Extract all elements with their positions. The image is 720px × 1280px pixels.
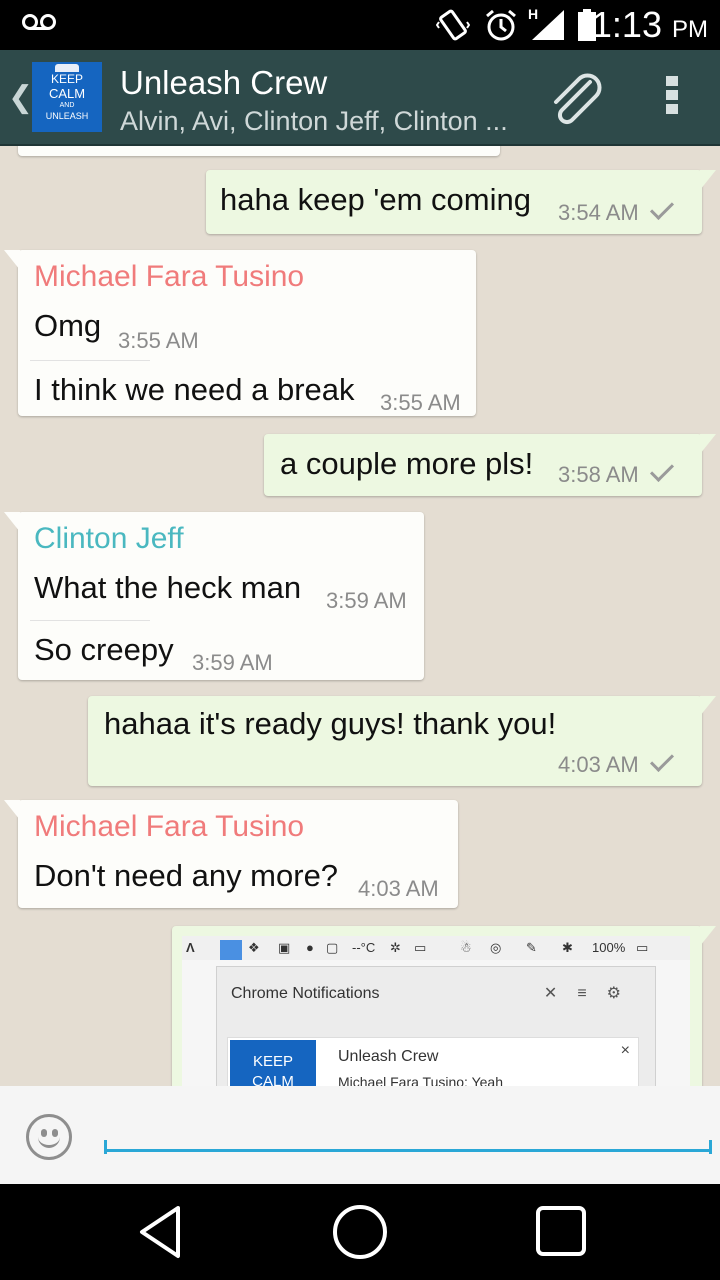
avatar-text-line: KEEP	[252, 1053, 294, 1070]
sent-check-icon	[649, 457, 674, 483]
notification-card: KEEP CALM Unleash Crew Michael Fara Tusi…	[227, 1037, 639, 1086]
avatar-text-line: CALM	[48, 86, 86, 101]
message-time: 3:59 AM	[326, 588, 407, 613]
nav-recent-apps-icon[interactable]	[536, 1206, 586, 1256]
message-bubble-partial	[18, 146, 500, 156]
message-time: 3:55 AM	[118, 328, 199, 353]
group-avatar[interactable]: KEEP CALM AND UNLEASH	[32, 62, 102, 132]
calendar-icon: ▢	[326, 940, 339, 955]
compose-bar	[0, 1086, 720, 1184]
panel-icons: ✕≡⚙	[543, 985, 641, 1002]
close-icon: ×	[620, 1042, 630, 1059]
overflow-menu-icon[interactable]	[664, 76, 680, 120]
crown-icon	[55, 64, 79, 72]
message-time: 3:54 AM	[558, 195, 674, 226]
app-icon: Λ	[186, 940, 195, 955]
avatar-text-line: AND	[59, 102, 75, 109]
clock: 1:13 PM	[591, 4, 708, 45]
message-time: 3:59 AM	[192, 650, 273, 675]
signal-icon	[532, 10, 564, 40]
message-text: So creepy	[34, 632, 174, 667]
voicemail-icon	[22, 14, 56, 32]
message-text: I think we need a break	[34, 372, 355, 407]
fan-icon: ✲	[390, 940, 401, 955]
pen-icon: ✎	[526, 940, 537, 955]
screenshot-image[interactable]: Λ ❖ ▣ ● ▢ --°C ✲ ▭ ☃ ◎ ✎ ✱ 100% ▭ Chrome…	[182, 936, 690, 1086]
message-bubble-incoming[interactable]: Michael Fara Tusino Omg 3:55 AM I think …	[4, 250, 476, 416]
chat-header: ❮ KEEP CALM AND UNLEASH Unleash Crew Alv…	[0, 50, 720, 146]
message-input[interactable]	[104, 1106, 712, 1152]
message-text: a couple more pls!	[280, 446, 534, 481]
sent-check-icon	[649, 195, 674, 221]
message-bubble-outgoing[interactable]: a couple more pls! 3:58 AM	[264, 434, 716, 496]
message-time: 4:03 AM	[558, 747, 674, 778]
message-time: 4:03 AM	[358, 876, 439, 901]
notification-avatar: KEEP CALM	[230, 1040, 316, 1086]
avatar-text-line: CALM	[252, 1073, 294, 1086]
input-edge	[709, 1140, 712, 1154]
message-text: Omg	[34, 308, 102, 343]
notification-panel: Chrome Notifications ✕≡⚙ KEEP CALM Unlea…	[216, 966, 656, 1086]
message-divider	[30, 620, 150, 621]
globe-icon: ◎	[490, 940, 502, 955]
sender-name[interactable]: Michael Fara Tusino	[34, 810, 304, 844]
back-chevron-icon[interactable]: ❮	[8, 80, 33, 115]
chat-messages[interactable]: haha keep 'em coming 3:54 AM Michael Far…	[0, 146, 720, 1086]
message-bubble-outgoing[interactable]: hahaa it's ready guys! thank you! 4:03 A…	[88, 696, 716, 786]
message-divider	[30, 360, 150, 361]
sent-check-icon	[649, 747, 674, 773]
message-bubble-incoming[interactable]: Clinton Jeff What the heck man 3:59 AM S…	[4, 512, 424, 680]
battery-icon: ▭	[636, 940, 649, 955]
notification-text: Michael Fara Tusino: Yeah	[338, 1074, 503, 1086]
battery-text: 100%	[592, 940, 626, 955]
message-text: Don't need any more?	[34, 858, 339, 893]
chat-participants[interactable]: Alvin, Avi, Clinton Jeff, Clinton ...	[120, 106, 508, 137]
alarm-icon	[486, 9, 516, 41]
bell-icon	[220, 940, 242, 960]
status-bar: H 1:13 PM	[0, 0, 720, 50]
message-bubble-outgoing[interactable]: haha keep 'em coming 3:54 AM	[206, 170, 716, 234]
emoji-icon[interactable]	[26, 1114, 72, 1160]
toggle-icon: ▭	[414, 940, 427, 955]
vibrate-icon	[436, 9, 470, 41]
panel-title: Chrome Notifications	[231, 985, 380, 1002]
nav-back-icon[interactable]	[134, 1204, 190, 1260]
nav-home-icon[interactable]	[333, 1205, 387, 1259]
sender-name[interactable]: Michael Fara Tusino	[34, 260, 304, 294]
message-text: What the heck man	[34, 570, 302, 605]
message-text: hahaa it's ready guys! thank you!	[104, 706, 557, 741]
weather-text: --°C	[352, 940, 376, 955]
drop-icon: ●	[306, 940, 314, 955]
message-bubble-incoming[interactable]: Michael Fara Tusino Don't need any more?…	[4, 800, 458, 908]
dropbox-icon: ❖	[248, 940, 260, 955]
bluetooth-icon: ✱	[562, 940, 573, 955]
attach-paperclip-icon[interactable]	[546, 70, 606, 130]
person-icon: ☃	[460, 940, 472, 955]
avatar-text-line: UNLEASH	[45, 111, 89, 121]
message-time: 3:58 AM	[558, 457, 674, 488]
chat-title[interactable]: Unleash Crew	[120, 64, 327, 102]
message-text: haha keep 'em coming	[220, 182, 531, 217]
image-message-bubble[interactable]: Λ ❖ ▣ ● ▢ --°C ✲ ▭ ☃ ◎ ✎ ✱ 100% ▭ Chrome…	[172, 926, 716, 1086]
window-icon: ▣	[278, 940, 291, 955]
input-edge	[104, 1140, 107, 1154]
notification-title: Unleash Crew	[338, 1048, 439, 1065]
avatar-text-line: KEEP	[50, 72, 83, 86]
navigation-bar	[0, 1184, 720, 1280]
message-time: 3:55 AM	[380, 390, 461, 415]
mac-menubar: Λ ❖ ▣ ● ▢ --°C ✲ ▭ ☃ ◎ ✎ ✱ 100% ▭	[182, 936, 690, 960]
sender-name[interactable]: Clinton Jeff	[34, 522, 184, 556]
